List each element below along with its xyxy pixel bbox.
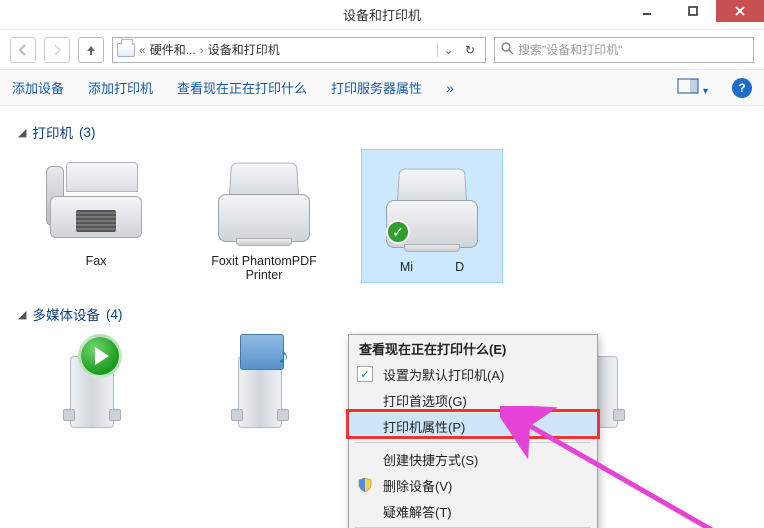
section-header-printers[interactable]: ◢ 打印机 (3) <box>18 122 746 142</box>
context-menu-header[interactable]: 查看现在正在打印什么(E) <box>349 335 597 361</box>
breadcrumb-item[interactable]: 设备和打印机 <box>208 41 280 58</box>
media-device-icon <box>209 332 319 432</box>
close-button[interactable] <box>716 0 764 22</box>
ctx-troubleshoot[interactable]: 疑难解答(T) <box>349 498 597 524</box>
collapse-icon: ◢ <box>18 126 26 139</box>
location-icon <box>117 43 135 57</box>
titlebar: 设备和打印机 <box>0 0 764 30</box>
address-refresh-sep: ⌄ ↻ <box>437 43 481 57</box>
device-label: Fax <box>86 254 107 268</box>
toolbar-add-device[interactable]: 添加设备 <box>12 78 64 97</box>
shield-icon <box>357 477 373 493</box>
window-controls <box>624 0 764 22</box>
window-title: 设备和打印机 <box>343 5 421 24</box>
ctx-print-preferences[interactable]: 打印首选项(G) <box>349 387 597 413</box>
refresh-icon[interactable]: ↻ <box>465 43 475 57</box>
toolbar-overflow[interactable]: » <box>446 80 454 96</box>
ctx-set-default[interactable]: ✓ 设置为默认打印机(A) <box>349 361 597 387</box>
section-header-multimedia[interactable]: ◢ 多媒体设备 (4) <box>18 304 746 324</box>
breadcrumb-item[interactable]: 硬件和... <box>150 41 196 58</box>
chevron-down-icon[interactable]: ⌄ <box>444 43 454 57</box>
printers-grid: Fax Foxit PhantomPDF Printer ✓ Mi D <box>18 150 746 282</box>
maximize-button[interactable] <box>670 0 716 22</box>
toolbar-server-properties[interactable]: 打印服务器属性 <box>331 78 422 97</box>
device-item-media[interactable] <box>26 332 166 432</box>
ctx-printer-properties[interactable]: 打印机属性(P) <box>349 413 597 439</box>
search-placeholder: 搜索"设备和打印机" <box>518 41 623 58</box>
device-item-media[interactable] <box>194 332 334 432</box>
help-button[interactable]: ? <box>732 78 752 98</box>
default-check-icon: ✓ <box>386 220 410 244</box>
preview-pane-button[interactable]: ▾ <box>677 78 708 97</box>
content-area: ◢ 打印机 (3) Fax Foxit PhantomPDF Printer ✓… <box>0 106 764 528</box>
search-icon <box>501 42 514 58</box>
search-input[interactable]: 搜索"设备和打印机" <box>494 37 754 63</box>
media-device-icon <box>41 332 151 432</box>
nav-up-button[interactable] <box>78 37 104 63</box>
nav-forward-button[interactable] <box>44 37 70 63</box>
toolbar-add-printer[interactable]: 添加打印机 <box>88 78 153 97</box>
media-badge-icon <box>240 334 284 370</box>
ctx-create-shortcut[interactable]: 创建快捷方式(S) <box>349 446 597 472</box>
address-row: « 硬件和... › 设备和打印机 ⌄ ↻ 搜索"设备和打印机" <box>0 30 764 70</box>
fax-icon <box>41 150 151 250</box>
checkbox-checked-icon: ✓ <box>357 366 373 382</box>
context-menu: 查看现在正在打印什么(E) ✓ 设置为默认打印机(A) 打印首选项(G) 打印机… <box>348 334 598 528</box>
breadcrumb-sep-icon: › <box>200 43 204 57</box>
device-item-foxit[interactable]: Foxit PhantomPDF Printer <box>194 150 334 282</box>
printer-icon <box>209 150 319 250</box>
device-label-partial: D <box>455 260 464 274</box>
address-bar[interactable]: « 硬件和... › 设备和打印机 ⌄ ↻ <box>112 37 486 63</box>
command-bar: 添加设备 添加打印机 查看现在正在打印什么 打印服务器属性 » ▾ ? <box>0 70 764 106</box>
nav-back-button[interactable] <box>10 37 36 63</box>
play-badge-icon <box>78 334 122 378</box>
section-count: (4) <box>106 307 123 322</box>
printer-icon: ✓ <box>377 156 487 256</box>
collapse-icon: ◢ <box>18 308 26 321</box>
device-item-selected[interactable]: ✓ Mi D <box>362 150 502 282</box>
section-label: 打印机 <box>32 122 73 142</box>
section-label: 多媒体设备 <box>32 304 100 324</box>
device-label: Foxit PhantomPDF Printer <box>194 254 334 282</box>
section-count: (3) <box>79 125 96 140</box>
menu-separator <box>355 442 591 443</box>
device-label-partial: Mi <box>400 260 413 274</box>
toolbar-see-printing[interactable]: 查看现在正在打印什么 <box>177 78 307 97</box>
minimize-button[interactable] <box>624 0 670 22</box>
device-item-fax[interactable]: Fax <box>26 150 166 282</box>
ctx-delete-device[interactable]: 删除设备(V) <box>349 472 597 498</box>
breadcrumb-sep-icon: « <box>139 43 146 57</box>
